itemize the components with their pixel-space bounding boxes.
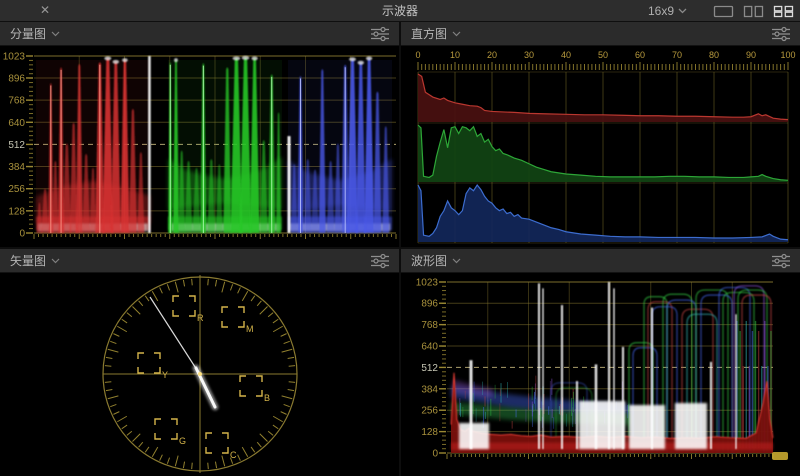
svg-text:0: 0 [415,50,420,60]
svg-text:128: 128 [421,427,438,438]
vectorscope-header: 矢量图 [0,249,399,273]
vectorscope-panel: 矢量图 R M Y B G C [0,249,399,476]
scope-settings-icon[interactable] [771,26,791,42]
svg-text:20: 20 [487,50,497,60]
dual-pane-layout-button[interactable] [743,5,764,18]
chevron-down-icon[interactable] [51,31,60,37]
single-pane-layout-button[interactable] [713,5,734,18]
aspect-ratio-dropdown[interactable]: 16x9 [648,4,687,18]
svg-text:Y: Y [162,370,168,380]
titlebar: ✕ 示波器 16x9 [0,0,800,22]
histogram-scope: 0 10 20 30 40 50 60 70 80 90 100 [401,46,800,247]
scope-settings-icon[interactable] [370,26,390,42]
histogram-panel: 直方图 0 10 20 30 40 50 60 70 80 90 100 [401,22,800,247]
svg-text:768: 768 [8,96,25,107]
aspect-ratio-value: 16x9 [648,4,674,18]
vectorscope-title[interactable]: 矢量图 [10,252,46,269]
chevron-down-icon[interactable] [452,31,461,37]
histogram-title[interactable]: 直方图 [411,25,447,42]
chevron-down-icon [678,8,687,14]
scope-settings-icon[interactable] [370,253,390,269]
chevron-down-icon[interactable] [452,258,461,264]
scopes-window: ✕ 示波器 16x9 分量图 1023 896 768 640 512 384 256 128… [0,0,800,476]
svg-text:0: 0 [19,229,25,240]
svg-text:B: B [264,393,270,403]
waveform-header: 波形图 [401,249,800,273]
scopes-grid: 分量图 1023 896 768 640 512 384 256 128 0 直方图 0 10 20… [0,22,800,476]
parade-panel: 分量图 1023 896 768 640 512 384 256 128 0 [0,22,399,247]
svg-text:640: 640 [421,342,438,353]
histogram-header: 直方图 [401,22,800,46]
svg-text:60: 60 [635,50,645,60]
svg-text:90: 90 [746,50,756,60]
svg-text:R: R [197,313,204,323]
chevron-down-icon[interactable] [51,258,60,264]
parade-scope: 1023 896 768 640 512 384 256 128 0 [0,46,399,247]
vectorscope-scope: R M Y B G C [0,273,399,476]
parade-header: 分量图 [0,22,399,46]
svg-text:256: 256 [8,184,25,195]
svg-text:70: 70 [672,50,682,60]
svg-text:896: 896 [421,299,438,310]
waveform-panel: 波形图 1023 896 768 640 512 384 256 128 0 [401,249,800,476]
svg-text:10: 10 [450,50,460,60]
svg-text:1023: 1023 [3,52,26,63]
svg-text:C: C [230,450,237,460]
waveform-scope: 1023 896 768 640 512 384 256 128 0 [401,273,800,476]
svg-text:100: 100 [780,50,795,60]
svg-text:512: 512 [8,140,25,151]
svg-text:30: 30 [524,50,534,60]
svg-text:0: 0 [432,449,438,460]
svg-text:80: 80 [709,50,719,60]
svg-text:256: 256 [421,406,438,417]
svg-text:M: M [246,324,254,334]
scrollbar-handle[interactable] [772,452,788,460]
svg-text:128: 128 [8,206,25,217]
parade-title[interactable]: 分量图 [10,25,46,42]
scope-settings-icon[interactable] [771,253,791,269]
svg-text:640: 640 [8,118,25,129]
svg-text:50: 50 [598,50,608,60]
svg-text:40: 40 [561,50,571,60]
svg-text:G: G [179,436,186,446]
svg-text:896: 896 [8,73,25,84]
close-icon[interactable]: ✕ [40,4,50,16]
svg-text:1023: 1023 [416,278,439,289]
quad-pane-layout-button[interactable] [773,5,794,18]
svg-text:384: 384 [421,384,438,395]
svg-text:768: 768 [421,320,438,331]
svg-text:384: 384 [8,162,25,173]
svg-text:512: 512 [421,363,438,374]
waveform-title[interactable]: 波形图 [411,252,447,269]
